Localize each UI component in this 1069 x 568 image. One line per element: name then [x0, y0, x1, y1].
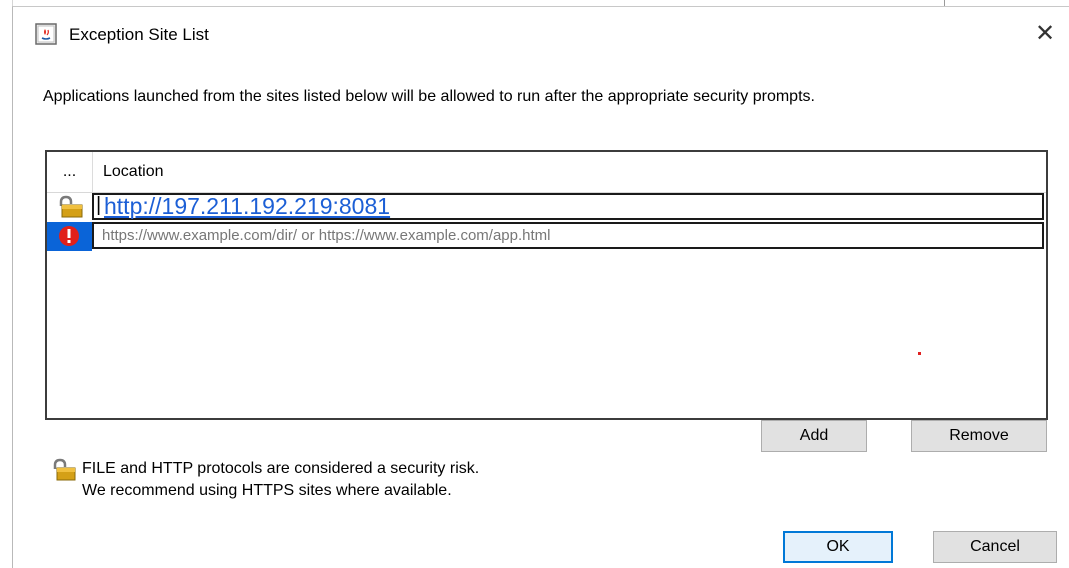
window-title: Exception Site List — [69, 25, 209, 44]
error-icon — [59, 226, 79, 246]
add-button[interactable]: Add — [761, 420, 867, 452]
java-app-icon — [35, 23, 57, 45]
close-icon: ✕ — [1034, 20, 1056, 47]
location-input[interactable]: https://www.example.com/dir/ or https://… — [92, 222, 1044, 249]
column-header-location[interactable]: Location — [103, 152, 164, 192]
warning-line-1: FILE and HTTP protocols are considered a… — [82, 460, 480, 477]
exception-site-list-dialog: Exception Site List ✕ Applications launc… — [12, 6, 1069, 568]
close-button[interactable]: ✕ — [1030, 19, 1060, 49]
title-bar: Exception Site List ✕ — [13, 7, 1069, 59]
location-edit-field[interactable]: | http://197.211.192.219:8081 — [92, 193, 1044, 220]
description-text: Applications launched from the sites lis… — [43, 88, 815, 105]
location-placeholder: https://www.example.com/dir/ or https://… — [102, 227, 551, 244]
ok-button[interactable]: OK — [783, 531, 893, 563]
warning-line-2: We recommend using HTTPS sites where ava… — [82, 482, 452, 499]
stray-mark — [918, 352, 921, 355]
lock-warning-icon — [59, 195, 83, 218]
table-row[interactable]: https://www.example.com/dir/ or https://… — [47, 222, 1046, 251]
cancel-button[interactable]: Cancel — [933, 531, 1057, 563]
table-header: ... Location — [47, 152, 1046, 193]
security-warning-text: FILE and HTTP protocols are considered a… — [82, 458, 479, 502]
text-cursor: | — [96, 194, 102, 216]
lock-warning-icon — [53, 458, 76, 481]
site-list-table[interactable]: ... Location | http://197.211.192.219:80… — [45, 150, 1048, 420]
table-row[interactable]: | http://197.211.192.219:8081 — [47, 193, 1046, 222]
column-header-status[interactable]: ... — [47, 152, 93, 192]
location-link[interactable]: http://197.211.192.219:8081 — [104, 193, 390, 220]
remove-button[interactable]: Remove — [911, 420, 1047, 452]
